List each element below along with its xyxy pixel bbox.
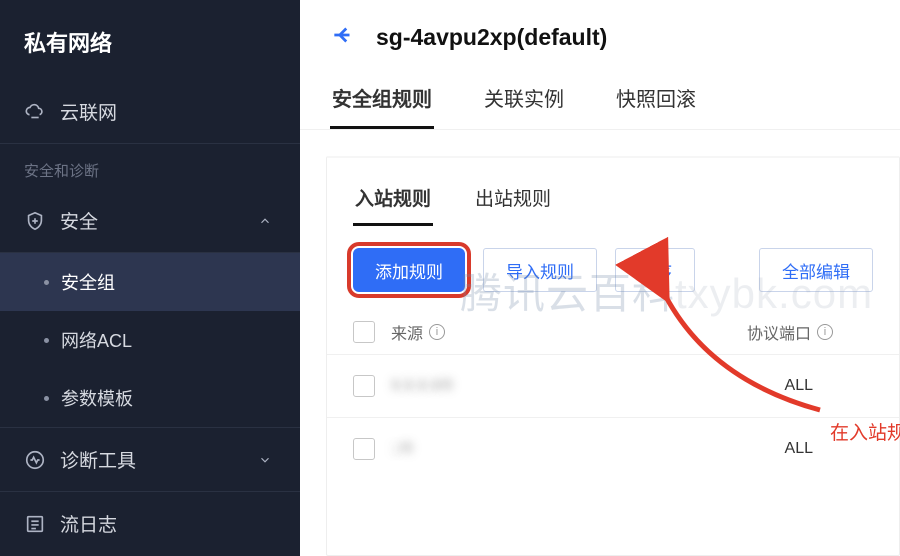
th-source: 来源 i xyxy=(391,320,591,344)
log-icon xyxy=(24,513,46,535)
action-row: 添加规则 导入规则 排序 全部编辑 xyxy=(327,226,899,302)
main-content: 腾讯云百科txybk.com sg-4avpu2xp(default) 安全组规… xyxy=(300,0,900,556)
sidebar-title: 私有网络 xyxy=(0,0,300,80)
import-rule-button[interactable]: 导入规则 xyxy=(483,248,597,292)
sidebar-label: 安全 xyxy=(60,207,98,234)
sidebar-label: 诊断工具 xyxy=(60,446,136,473)
sort-button[interactable]: 排序 xyxy=(615,248,695,292)
sidebar-item-network-acl[interactable]: 网络ACL xyxy=(0,311,300,369)
cloud-network-icon xyxy=(24,101,46,123)
sidebar-label: 网络ACL xyxy=(61,327,132,353)
tab-outbound[interactable]: 出站规则 xyxy=(473,178,553,226)
main-tabs: 安全组规则 关联实例 快照回滚 xyxy=(300,63,900,130)
row-checkbox[interactable] xyxy=(353,375,375,397)
select-all-checkbox[interactable] xyxy=(353,321,375,343)
rules-panel: 入站规则 出站规则 添加规则 导入规则 排序 全部编辑 来源 i 协议端口 i … xyxy=(326,156,900,556)
chevron-down-icon xyxy=(254,449,276,471)
info-icon[interactable]: i xyxy=(817,324,833,340)
bullet-icon xyxy=(44,396,49,401)
chevron-up-icon xyxy=(254,210,276,232)
edit-all-button[interactable]: 全部编辑 xyxy=(759,248,873,292)
table-row: ::/0 ALL xyxy=(327,417,899,480)
sidebar-item-param-template[interactable]: 参数模板 xyxy=(0,369,300,428)
th-protocol: 协议端口 i xyxy=(747,320,873,344)
shield-icon xyxy=(24,210,46,232)
add-rule-button[interactable]: 添加规则 xyxy=(353,248,465,292)
table-header: 来源 i 协议端口 i xyxy=(327,302,899,354)
sidebar-label: 流日志 xyxy=(60,510,117,537)
cell-source: 0.0.0.0/0 xyxy=(391,377,591,395)
tab-inbound[interactable]: 入站规则 xyxy=(353,178,433,226)
cell-source: ::/0 xyxy=(391,440,591,458)
cell-protocol: ALL xyxy=(785,440,873,458)
page-header: sg-4avpu2xp(default) xyxy=(300,0,900,63)
tab-security-rules[interactable]: 安全组规则 xyxy=(330,73,434,129)
tab-instances[interactable]: 关联实例 xyxy=(482,73,566,129)
bullet-icon xyxy=(44,338,49,343)
tab-snapshot[interactable]: 快照回滚 xyxy=(614,73,698,129)
sidebar-item-flow-log[interactable]: 流日志 xyxy=(0,492,300,555)
sidebar-section-security: 安全和诊断 xyxy=(0,144,300,189)
sidebar-label: 参数模板 xyxy=(61,385,133,411)
direction-tabs: 入站规则 出站规则 xyxy=(327,158,899,226)
cell-protocol: ALL xyxy=(785,377,873,395)
sidebar-label: 安全组 xyxy=(61,269,115,295)
sidebar: 私有网络 云联网 安全和诊断 安全 安全组 网络ACL 参数模板 xyxy=(0,0,300,556)
bullet-icon xyxy=(44,280,49,285)
sidebar-parent-security[interactable]: 安全 xyxy=(0,189,300,253)
pulse-icon xyxy=(24,449,46,471)
page-title: sg-4avpu2xp(default) xyxy=(376,24,607,51)
sidebar-item-cloud-network[interactable]: 云联网 xyxy=(0,80,300,144)
sidebar-item-security-group[interactable]: 安全组 xyxy=(0,253,300,311)
back-button[interactable] xyxy=(330,22,356,53)
row-checkbox[interactable] xyxy=(353,438,375,460)
sidebar-label: 云联网 xyxy=(60,98,117,125)
sidebar-parent-diagnostic[interactable]: 诊断工具 xyxy=(0,428,300,492)
info-icon[interactable]: i xyxy=(429,324,445,340)
table-row: 0.0.0.0/0 ALL xyxy=(327,354,899,417)
